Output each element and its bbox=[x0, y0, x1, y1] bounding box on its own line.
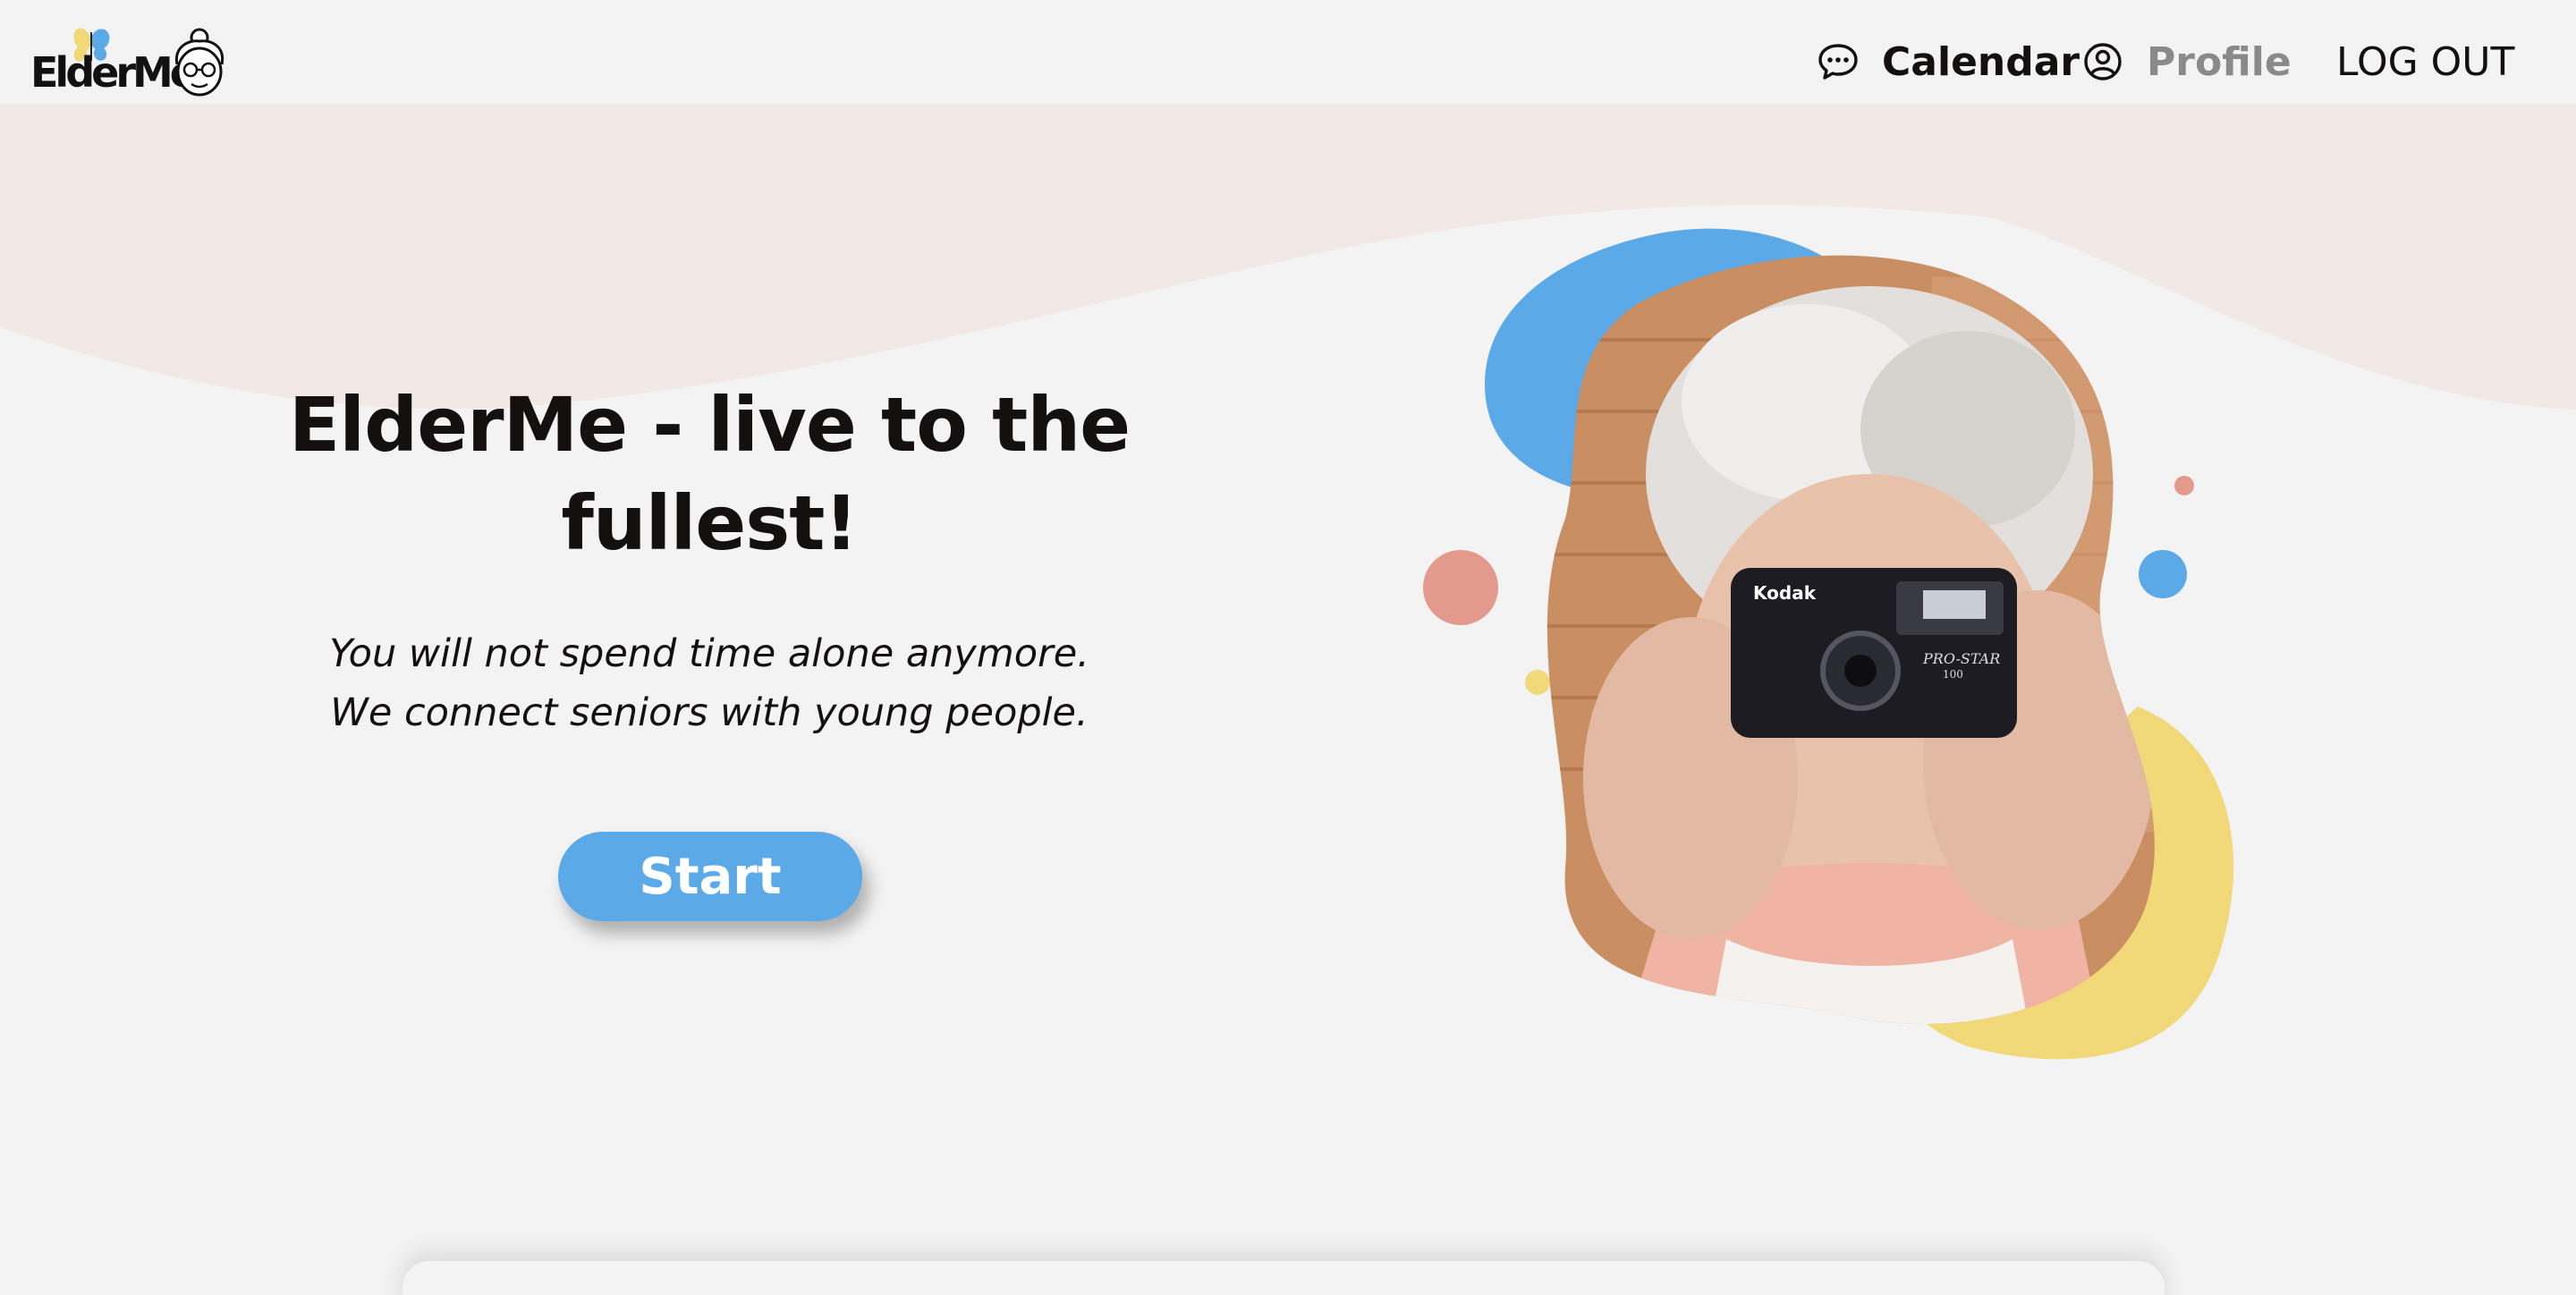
nav-calendar-label: Calendar bbox=[1882, 38, 2080, 85]
camera-model-number-text: 100 bbox=[1943, 668, 1963, 681]
coral-dot-small bbox=[2174, 476, 2194, 495]
nav-profile-link[interactable]: Profile bbox=[2082, 34, 2292, 89]
elderme-logo[interactable]: ElderMe bbox=[30, 27, 231, 98]
logout-button[interactable]: LOG OUT bbox=[2336, 34, 2514, 89]
blue-dot bbox=[2139, 550, 2187, 598]
user-circle-icon bbox=[2084, 43, 2122, 80]
nav-calendar-link[interactable]: Calendar bbox=[1818, 34, 2080, 89]
camera-model-text: PRO-STAR bbox=[1922, 650, 2000, 667]
camera-brand-text: Kodak bbox=[1753, 582, 1817, 604]
nav-profile-label: Profile bbox=[2147, 38, 2292, 85]
top-navbar: ElderMe Calendar Profile LOG OUT bbox=[0, 0, 2576, 104]
start-button[interactable]: Start bbox=[558, 832, 862, 921]
coral-dot-large bbox=[1423, 550, 1498, 625]
hero-title: ElderMe - live to the fullest! bbox=[288, 381, 1131, 567]
hero-section: ElderMe - live to the fullest! You will … bbox=[268, 376, 1150, 742]
logout-label: LOG OUT bbox=[2336, 38, 2515, 85]
hero-subtitle: You will not spend time alone anymore. W… bbox=[329, 631, 1089, 735]
grandma-face-icon bbox=[174, 28, 225, 97]
page: ElderMe Calendar Profile LOG OUT ElderMe… bbox=[0, 0, 2576, 1295]
yellow-dot-small bbox=[1525, 670, 1550, 695]
hero-illustration: Kodak PRO-STAR 100 bbox=[1423, 228, 2234, 1060]
chat-bubble-icon bbox=[1818, 44, 1858, 80]
content-card-peek bbox=[402, 1261, 2165, 1295]
